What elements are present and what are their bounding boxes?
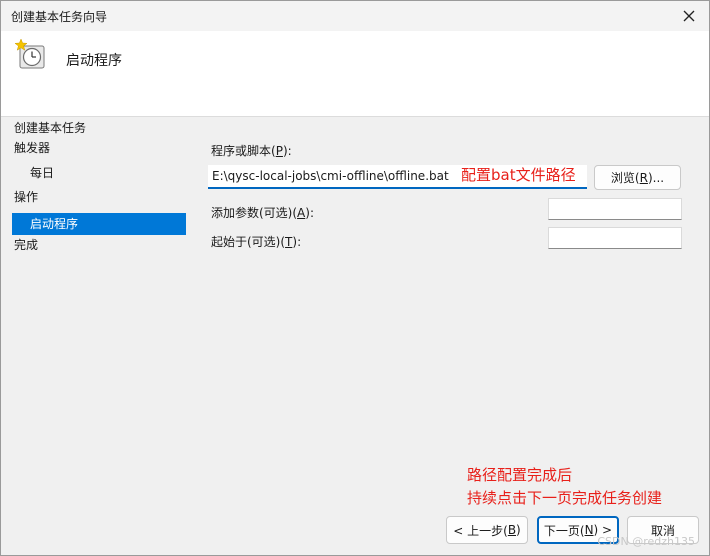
title-bar: 创建基本任务向导 — [1, 1, 709, 31]
access-key: N — [584, 523, 594, 537]
program-script-input[interactable] — [208, 165, 587, 189]
label-text: ): — [292, 235, 302, 249]
browse-button[interactable]: 浏览(R)... — [594, 165, 681, 190]
label-text: )... — [647, 170, 665, 185]
nav-step-label: 启动程序 — [30, 217, 79, 231]
close-icon — [683, 10, 695, 22]
label-text: 添加参数(可选)( — [211, 206, 298, 220]
start-in-input[interactable] — [548, 227, 682, 249]
nav-step-label: 操作 — [14, 190, 39, 204]
label-text: ) — [516, 523, 521, 537]
nav-step-daily[interactable]: 每日 — [30, 162, 189, 184]
clock-task-icon — [15, 39, 45, 69]
nav-step-action[interactable]: 操作 — [14, 186, 189, 208]
nav-step-trigger[interactable]: 触发器 — [14, 137, 189, 159]
nav-step-finish[interactable]: 完成 — [14, 234, 189, 256]
label-text: 下一页( — [543, 523, 585, 538]
bottom-annotation-line2: 持续点击下一页完成任务创建 — [467, 489, 663, 507]
access-key: B — [507, 523, 517, 537]
back-button[interactable]: < 上一步(B) — [446, 516, 528, 544]
nav-step-label: 完成 — [14, 238, 39, 252]
wizard-header: 启动程序 — [1, 31, 709, 117]
nav-step-start-program[interactable]: 启动程序 — [12, 213, 186, 235]
label-text: 浏览( — [610, 171, 640, 185]
wizard-steps-nav: 创建基本任务 触发器 每日 操作 启动程序 完成 — [1, 117, 191, 517]
label-text: 程序或脚本( — [211, 144, 276, 158]
arguments-input[interactable] — [548, 198, 682, 220]
arguments-label: 添加参数(可选)(A): — [211, 204, 314, 221]
nav-step-label: 创建基本任务 — [14, 121, 87, 135]
nav-step-label: 触发器 — [14, 141, 51, 155]
nav-step-label: 每日 — [30, 166, 55, 180]
close-button[interactable] — [675, 4, 703, 28]
watermark: CSDN @redzh135 — [597, 535, 695, 548]
program-script-label: 程序或脚本(P): — [211, 142, 292, 159]
label-text: 起始于(可选)( — [211, 235, 286, 249]
label-text: < 上一步( — [453, 523, 508, 538]
access-key: R — [639, 170, 648, 185]
page-title: 启动程序 — [66, 53, 122, 69]
nav-step-create-basic-task[interactable]: 创建基本任务 — [14, 117, 189, 139]
task-wizard-window: 创建基本任务向导 启动程序 创建基本任务 触发器 每日 操作 启动程序 完成 程… — [0, 0, 710, 556]
access-key: P — [275, 144, 283, 158]
bottom-annotation-line1: 路径配置完成后 — [467, 466, 573, 484]
label-text: ): — [282, 144, 292, 158]
label-text: ): — [305, 206, 314, 220]
window-title: 创建基本任务向导 — [11, 10, 108, 24]
start-in-label: 起始于(可选)(T): — [211, 233, 301, 250]
